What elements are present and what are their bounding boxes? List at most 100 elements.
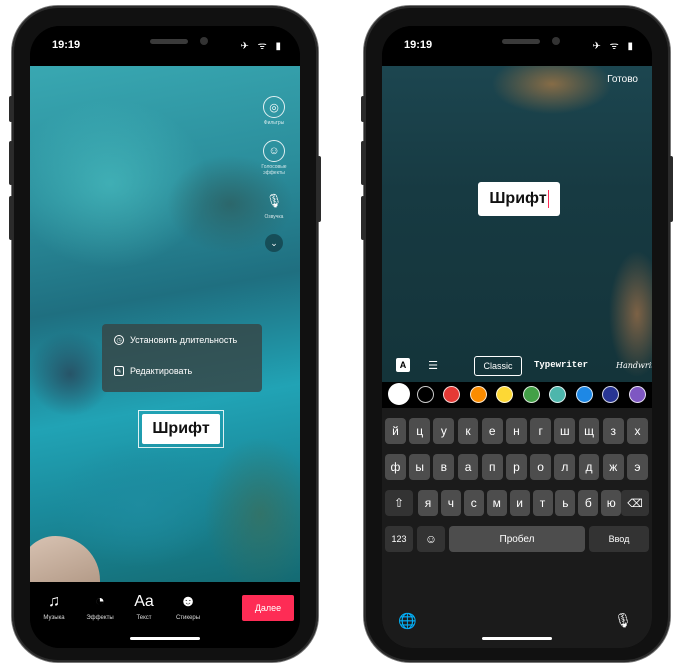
- letter-key[interactable]: к: [457, 418, 479, 444]
- align-icon[interactable]: ☰: [426, 358, 440, 372]
- text-style-button[interactable]: A: [396, 358, 410, 372]
- globe-icon[interactable]: 🌐: [398, 612, 417, 630]
- letter-key[interactable]: р: [506, 454, 527, 480]
- letter-key[interactable]: д: [578, 454, 600, 480]
- rail-filters-label: Фильтры: [263, 120, 285, 126]
- letter-key[interactable]: с: [463, 490, 484, 516]
- rail-voiceover[interactable]: 🎙 Озвучка: [258, 190, 290, 220]
- text-edit-field[interactable]: Шрифт: [478, 182, 560, 216]
- backspace-key[interactable]: ⌫: [621, 490, 649, 516]
- color-swatch[interactable]: [549, 386, 566, 403]
- mute-switch: [9, 96, 13, 122]
- shift-key[interactable]: ⇧: [385, 490, 413, 516]
- font-handwriting[interactable]: Handwriting: [616, 356, 652, 374]
- letter-key[interactable]: а: [457, 454, 479, 480]
- mute-switch: [361, 96, 365, 122]
- chevron-down-icon[interactable]: ⌄: [265, 234, 283, 252]
- font-typewriter[interactable]: Typewriter: [534, 356, 588, 374]
- next-button[interactable]: Далее: [242, 595, 294, 621]
- letter-key[interactable]: э: [627, 454, 648, 480]
- numbers-key[interactable]: 123: [385, 526, 413, 552]
- rail-filters[interactable]: ◎ Фильтры: [258, 96, 290, 126]
- volume-up-button: [9, 141, 13, 185]
- letter-key[interactable]: б: [578, 490, 599, 516]
- letter-key[interactable]: й: [385, 418, 406, 444]
- letter-key[interactable]: ц: [409, 418, 431, 444]
- right-screen: 19:19 ✈ ᯤ ▮ Готово Шрифт A ☰ Classic Typ…: [382, 26, 652, 648]
- letter-key[interactable]: в: [433, 454, 455, 480]
- letter-key[interactable]: о: [530, 454, 552, 480]
- color-swatch[interactable]: [628, 386, 646, 403]
- volume-up-button: [361, 141, 365, 185]
- effects-timer-icon: ◔: [95, 593, 105, 610]
- color-swatch[interactable]: [522, 386, 540, 403]
- status-time: 19:19: [52, 39, 81, 51]
- letter-key[interactable]: з: [602, 418, 624, 444]
- letter-key[interactable]: х: [627, 418, 648, 444]
- letter-key[interactable]: л: [554, 454, 576, 480]
- emoji-key[interactable]: ☺: [417, 526, 445, 552]
- letter-key[interactable]: ь: [555, 490, 576, 516]
- home-indicator: [482, 637, 552, 640]
- color-swatch[interactable]: [469, 386, 487, 403]
- done-button[interactable]: Готово: [607, 74, 638, 85]
- keyboard-row-2: фывапролджэ: [382, 454, 652, 480]
- microphone-icon[interactable]: 🎙: [614, 612, 632, 629]
- color-swatches: [382, 382, 652, 408]
- tool-stickers[interactable]: ☻ Стикеры: [168, 592, 208, 621]
- text-sticker[interactable]: Шрифт: [138, 410, 224, 448]
- font-classic[interactable]: Classic: [474, 356, 522, 376]
- letter-key[interactable]: н: [506, 418, 527, 444]
- power-button: [317, 156, 321, 222]
- letter-key[interactable]: щ: [578, 418, 600, 444]
- color-swatch[interactable]: [602, 386, 619, 403]
- tool-effects[interactable]: ◔ Эффекты: [80, 592, 120, 621]
- letter-key[interactable]: ы: [409, 454, 431, 480]
- set-duration-menu-item[interactable]: ◷ Установить длительность: [114, 335, 237, 345]
- pencil-icon: ✎: [114, 366, 124, 376]
- color-swatch[interactable]: [388, 383, 410, 405]
- letter-key[interactable]: ю: [601, 490, 622, 516]
- letter-key[interactable]: м: [486, 490, 507, 516]
- volume-down-button: [9, 196, 13, 240]
- tool-music[interactable]: ♫ Музыка: [34, 592, 74, 621]
- edit-menu-item[interactable]: ✎ Редактировать: [114, 366, 192, 376]
- letter-key[interactable]: ш: [554, 418, 576, 444]
- tool-text-label: Текст: [136, 615, 152, 621]
- music-icon: ♫: [48, 593, 60, 610]
- phone-right: 19:19 ✈ ᯤ ▮ Готово Шрифт A ☰ Classic Typ…: [361, 6, 673, 662]
- keyboard: йцукенгшщзх фывапролджэ ⇧ ⌫ ячсмитьбю 12…: [382, 408, 652, 648]
- filter-icon[interactable]: ◎: [263, 96, 285, 118]
- letter-key[interactable]: е: [481, 418, 503, 444]
- effects-icon[interactable]: ☺: [263, 140, 285, 162]
- color-swatch[interactable]: [416, 386, 434, 403]
- enter-key[interactable]: Ввод: [589, 526, 649, 552]
- color-swatch[interactable]: [575, 386, 593, 403]
- space-key[interactable]: Пробел: [449, 526, 585, 552]
- letter-key[interactable]: я: [418, 490, 438, 516]
- letter-key[interactable]: и: [509, 490, 530, 516]
- letter-key[interactable]: ф: [385, 454, 406, 480]
- letter-key[interactable]: у: [433, 418, 455, 444]
- letter-key[interactable]: г: [530, 418, 552, 444]
- letter-key[interactable]: т: [532, 490, 553, 516]
- letter-key[interactable]: ч: [440, 490, 461, 516]
- color-swatch[interactable]: [496, 386, 513, 403]
- text-icon: Aa: [134, 593, 154, 610]
- rail-voiceover-label: Озвучка: [264, 214, 284, 220]
- microphone-icon[interactable]: 🎙: [263, 190, 285, 212]
- left-screen: 19:19 ✈ ᯤ ▮ ◎ Фильтры ☺ Голосовые эффект…: [30, 26, 300, 648]
- rail-voice-effects[interactable]: ☺ Голосовые эффекты: [258, 140, 290, 176]
- tool-text[interactable]: Aa Текст: [124, 592, 164, 621]
- status-icons: ✈ ᯤ ▮: [240, 41, 284, 52]
- color-swatch[interactable]: [443, 386, 460, 403]
- set-duration-label: Установить длительность: [130, 335, 238, 345]
- letter-key[interactable]: ж: [602, 454, 624, 480]
- power-button: [669, 156, 673, 222]
- letter-key[interactable]: п: [481, 454, 503, 480]
- text-sticker-label: Шрифт: [142, 414, 220, 444]
- edit-label: Редактировать: [130, 366, 193, 376]
- font-toolbar: A ☰ Classic Typewriter Handwriting: [382, 352, 652, 378]
- video-preview-dimmed: [382, 64, 652, 382]
- phone-left: 19:19 ✈ ᯤ ▮ ◎ Фильтры ☺ Голосовые эффект…: [9, 6, 321, 662]
